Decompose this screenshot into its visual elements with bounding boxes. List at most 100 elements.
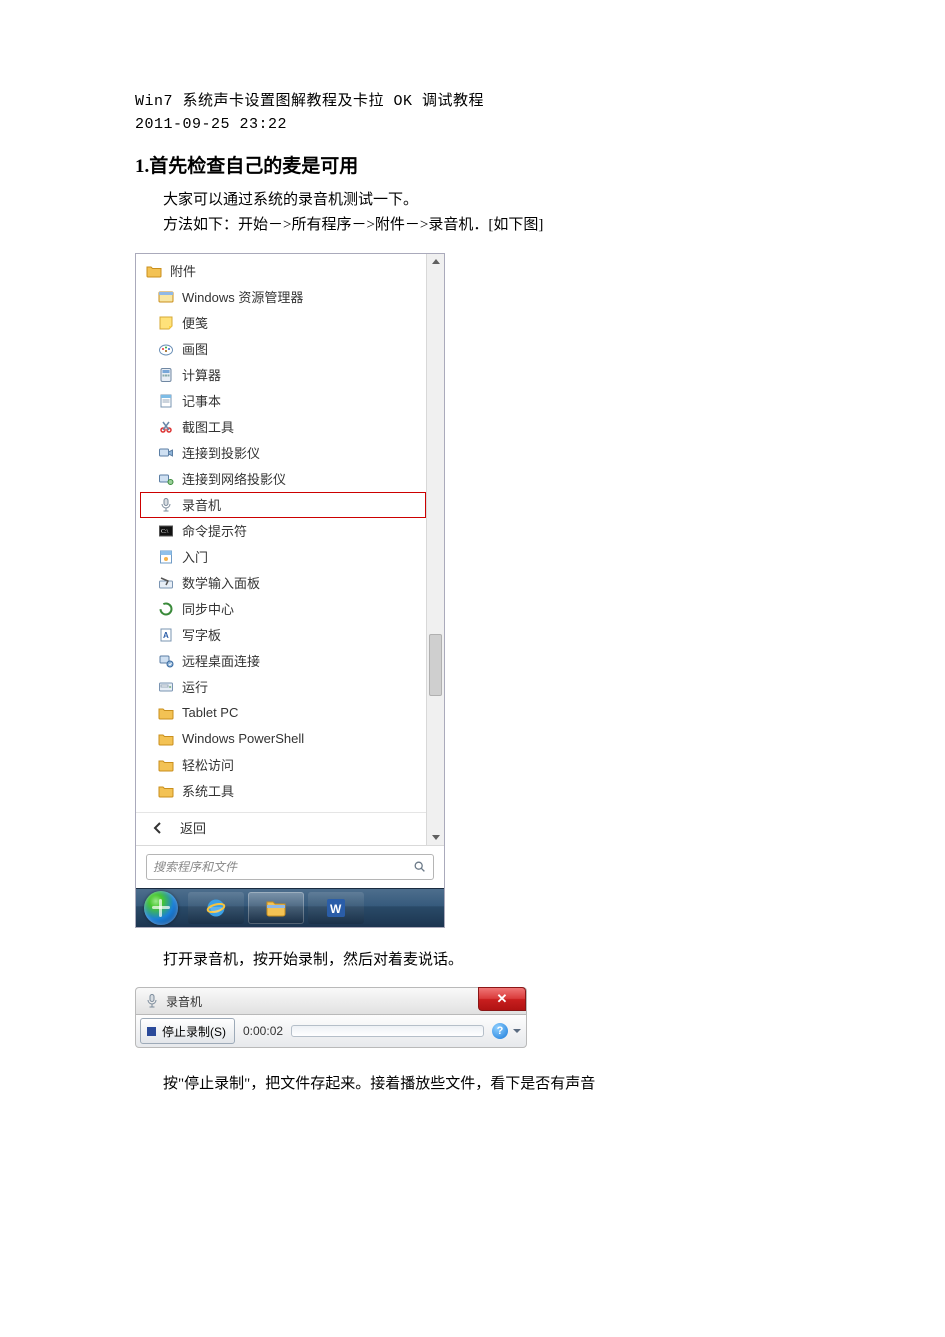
paragraph-1: 大家可以通过系统的录音机测试一下。 xyxy=(163,188,815,214)
math-input-icon xyxy=(158,575,174,591)
menu-item-notepad[interactable]: 记事本 xyxy=(136,388,444,414)
search-input[interactable]: 搜索程序和文件 xyxy=(146,854,434,880)
back-button[interactable]: 返回 xyxy=(136,812,444,843)
paragraph-3: 打开录音机，按开始录制，然后对着麦说话。 xyxy=(163,948,815,974)
wordpad-icon: A xyxy=(158,627,174,643)
snip-icon xyxy=(158,419,174,435)
taskbar-button-word[interactable]: W xyxy=(308,892,364,924)
taskbar-button-explorer[interactable] xyxy=(248,892,304,924)
mic-icon xyxy=(144,993,160,1009)
run-icon xyxy=(158,679,174,695)
menu-item-math-input[interactable]: 数学输入面板 xyxy=(136,570,444,596)
menu-item-snip[interactable]: 截图工具 xyxy=(136,414,444,440)
menu-item-run[interactable]: 运行 xyxy=(136,674,444,700)
menu-item-label: Tablet PC xyxy=(182,705,238,720)
stop-icon xyxy=(147,1027,156,1036)
menu-item-label: 同步中心 xyxy=(182,599,234,618)
menu-item-sticky-notes[interactable]: 便笺 xyxy=(136,310,444,336)
section-heading: 1.首先检查自己的麦是可用 xyxy=(135,151,815,178)
net-projector-icon xyxy=(158,471,174,487)
menu-item-label: Windows 资源管理器 xyxy=(182,287,303,306)
menu-item-label: Windows PowerShell xyxy=(182,731,304,746)
menu-item-label: 命令提示符 xyxy=(182,521,247,540)
menu-item-label: 连接到投影仪 xyxy=(182,443,260,462)
mic-icon xyxy=(158,497,174,513)
menu-item-label: 系统工具 xyxy=(182,781,234,800)
stop-record-button[interactable]: 停止录制(S) xyxy=(140,1018,235,1044)
search-bar: 搜索程序和文件 xyxy=(136,845,444,888)
folder-icon xyxy=(158,757,174,773)
explorer-tb-icon xyxy=(264,896,288,920)
menu-item-system-tools[interactable]: 系统工具 xyxy=(136,778,444,804)
menu-item-label: 计算器 xyxy=(182,365,221,384)
svg-text:W: W xyxy=(330,902,342,916)
window-title: 录音机 xyxy=(166,993,202,1010)
menu-item-wordpad[interactable]: A 写字板 xyxy=(136,622,444,648)
ie-icon xyxy=(204,896,228,920)
explorer-icon xyxy=(158,289,174,305)
menu-item-projector[interactable]: 连接到投影仪 xyxy=(136,440,444,466)
sync-icon xyxy=(158,601,174,617)
menu-item-label: 记事本 xyxy=(182,391,221,410)
article-timestamp: 2011-09-25 23:22 xyxy=(135,113,815,136)
scrollbar-thumb[interactable] xyxy=(429,634,442,696)
menu-item-tablet-pc[interactable]: Tablet PC xyxy=(136,700,444,726)
stop-label: 停止录制(S) xyxy=(162,1023,226,1040)
menu-item-paint[interactable]: 画图 xyxy=(136,336,444,362)
menu-item-label: 入门 xyxy=(182,547,208,566)
menu-item-label: 远程桌面连接 xyxy=(182,651,260,670)
start-menu-list: 附件 Windows 资源管理器 便笺 画图 计算器 记事本 xyxy=(136,254,444,845)
folder-icon xyxy=(146,263,162,279)
notepad-icon xyxy=(158,393,174,409)
menu-item-getting-started[interactable]: 入门 xyxy=(136,544,444,570)
menu-item-label: 截图工具 xyxy=(182,417,234,436)
menu-item-cmd[interactable]: C:\ 命令提示符 xyxy=(136,518,444,544)
menu-item-powershell[interactable]: Windows PowerShell xyxy=(136,726,444,752)
menu-item-label: 数学输入面板 xyxy=(182,573,260,592)
scrollbar[interactable] xyxy=(426,254,444,845)
menu-item-net-projector[interactable]: 连接到网络投影仪 xyxy=(136,466,444,492)
menu-item-explorer[interactable]: Windows 资源管理器 xyxy=(136,284,444,310)
start-button[interactable] xyxy=(136,889,186,927)
back-label: 返回 xyxy=(180,818,206,837)
menu-item-label: 录音机 xyxy=(182,495,221,514)
folder-icon xyxy=(158,705,174,721)
start-menu-screenshot: 附件 Windows 资源管理器 便笺 画图 计算器 记事本 xyxy=(135,253,445,928)
svg-text:A: A xyxy=(163,631,169,640)
menu-item-ease-of-access[interactable]: 轻松访问 xyxy=(136,752,444,778)
help-icon: ? xyxy=(497,1025,504,1037)
taskbar: W xyxy=(136,888,444,927)
menu-item-label: 连接到网络投影仪 xyxy=(182,469,286,488)
menu-item-calculator[interactable]: 计算器 xyxy=(136,362,444,388)
sticky-note-icon xyxy=(158,315,174,331)
level-meter xyxy=(291,1025,484,1037)
window-titlebar[interactable]: 录音机 ✕ xyxy=(135,987,527,1014)
recording-time: 0:00:02 xyxy=(243,1024,283,1038)
options-dropdown[interactable] xyxy=(512,1020,522,1042)
article-title: Win7 系统声卡设置图解教程及卡拉 OK 调试教程 xyxy=(135,90,815,113)
menu-item-rdp[interactable]: 远程桌面连接 xyxy=(136,648,444,674)
menu-item-sound-recorder[interactable]: 录音机 xyxy=(140,492,426,518)
menu-item-sync[interactable]: 同步中心 xyxy=(136,596,444,622)
folder-label: 附件 xyxy=(170,261,196,280)
word-icon: W xyxy=(324,896,348,920)
taskbar-button-ie[interactable] xyxy=(188,892,244,924)
menu-item-label: 便笺 xyxy=(182,313,208,332)
paint-icon xyxy=(158,341,174,357)
rdp-icon xyxy=(158,653,174,669)
menu-item-label: 写字板 xyxy=(182,625,221,644)
recorder-body: 停止录制(S) 0:00:02 ? xyxy=(135,1014,527,1048)
folder-icon xyxy=(158,783,174,799)
windows-orb-icon xyxy=(144,891,178,925)
close-button[interactable]: ✕ xyxy=(478,987,526,1011)
svg-text:C:\: C:\ xyxy=(161,529,169,535)
menu-item-label: 轻松访问 xyxy=(182,755,234,774)
document-page: Win7 系统声卡设置图解教程及卡拉 OK 调试教程 2011-09-25 23… xyxy=(0,0,945,1172)
folder-header-accessories[interactable]: 附件 xyxy=(136,258,444,284)
search-placeholder: 搜索程序和文件 xyxy=(153,858,413,875)
projector-icon xyxy=(158,445,174,461)
help-button[interactable]: ? xyxy=(492,1023,508,1039)
menu-item-label: 画图 xyxy=(182,339,208,358)
folder-icon xyxy=(158,731,174,747)
menu-item-label: 运行 xyxy=(182,677,208,696)
